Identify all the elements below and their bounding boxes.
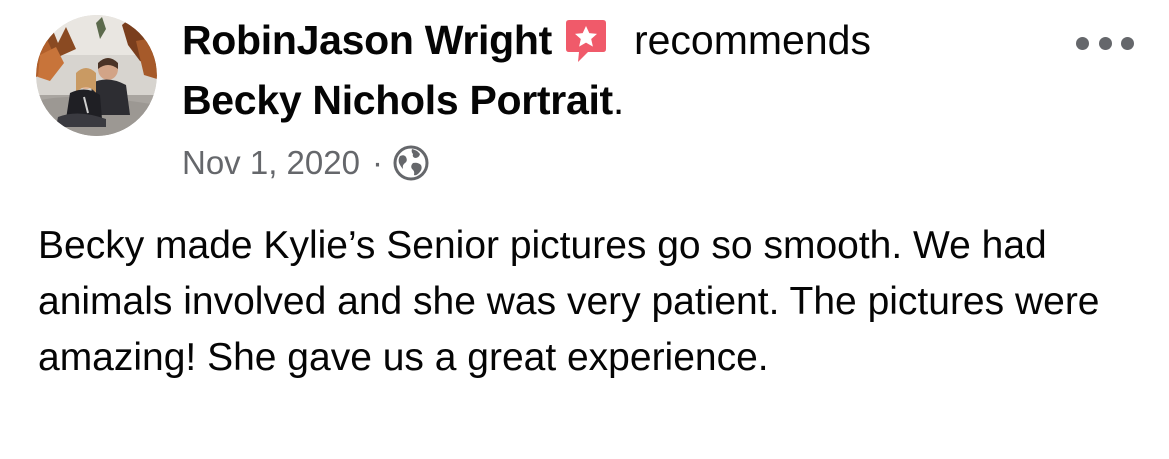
- avatar[interactable]: [36, 15, 157, 136]
- more-dot: [1098, 36, 1112, 50]
- more-options-icon[interactable]: [1076, 28, 1134, 58]
- meta-separator: ·: [371, 144, 383, 181]
- post-header: RobinJason Wright recommends: [182, 12, 871, 68]
- recommend-star-icon: [564, 17, 608, 65]
- more-dot: [1076, 36, 1089, 50]
- recommended-page-link[interactable]: Becky Nichols Portrait: [182, 77, 613, 124]
- post-meta: Nov 1, 2020 ·: [182, 140, 429, 186]
- avatar-photo: [36, 15, 157, 136]
- recommends-label: recommends: [633, 16, 871, 63]
- recommended-page-line: Becky Nichols Portrait.: [182, 72, 624, 128]
- post-date[interactable]: Nov 1, 2020: [182, 144, 360, 182]
- author-name[interactable]: RobinJason Wright: [182, 17, 552, 64]
- post-body: Becky made Kylie’s Senior pictures go so…: [38, 224, 1100, 379]
- globe-icon[interactable]: [393, 145, 429, 181]
- recommendation-post: RobinJason Wright recommends Becky Nicho…: [0, 0, 1169, 459]
- more-dot: [1121, 36, 1134, 50]
- page-name-period: .: [612, 76, 625, 123]
